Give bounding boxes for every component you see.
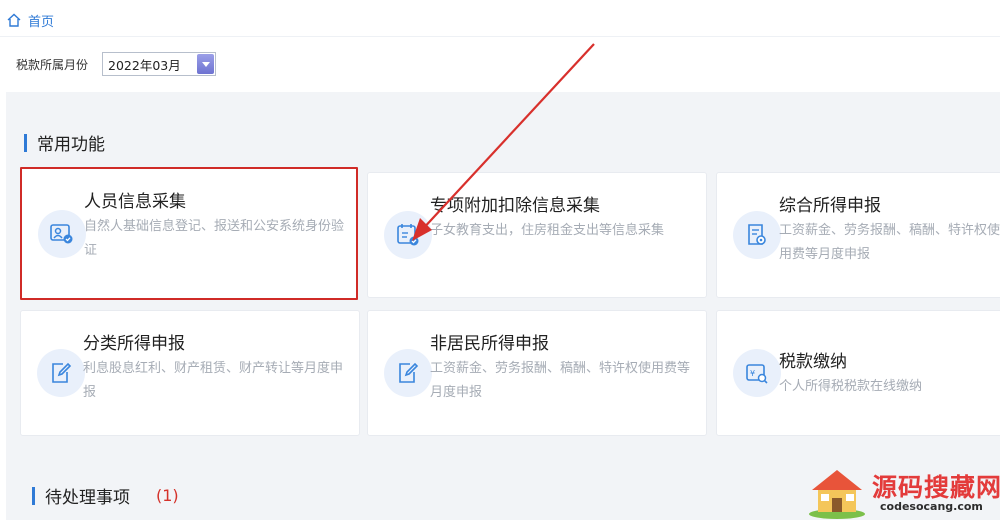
card-title: 人员信息采集 <box>84 192 186 212</box>
tax-payment-icon: ¥ <box>733 349 781 397</box>
svg-text:¥: ¥ <box>750 369 755 378</box>
card-desc: 自然人基础信息登记、报送和公安系统身份验证 <box>84 219 345 258</box>
edit-form-icon <box>384 349 432 397</box>
header-divider <box>0 36 1000 37</box>
card-tax-payment[interactable]: ¥ 税款缴纳 个人所得税税款在线缴纳 <box>716 310 1000 436</box>
tax-calendar-icon <box>384 211 432 259</box>
card-special-deduction-collection[interactable]: 专项附加扣除信息采集 子女教育支出，住房租金支出等信息采集 <box>367 172 707 298</box>
common-functions-label: 常用功能 <box>37 135 105 155</box>
card-title: 综合所得申报 <box>779 196 881 216</box>
id-card-icon <box>38 209 86 258</box>
house-logo-icon <box>809 470 865 519</box>
breadcrumb: 首页 <box>6 8 54 32</box>
pending-items-count[interactable]: (1) <box>156 486 179 505</box>
card-comprehensive-income-declaration[interactable]: 综合所得申报 工资薪金、劳务报酬、稿酬、特许权使用费等月度申报 <box>716 172 1000 298</box>
card-desc: 工资薪金、劳务报酬、稿酬、特许权使用费等月度申报 <box>430 361 691 400</box>
tax-month-label: 税款所属月份 <box>16 57 89 72</box>
pending-items-title: 待处理事项 (1) <box>32 483 179 508</box>
tax-month-select[interactable]: 2022年03月 <box>102 52 217 76</box>
card-classified-income-declaration[interactable]: 分类所得申报 利息股息红利、财产租赁、财产转让等月度申报 <box>20 310 360 436</box>
section-accent-bar <box>32 486 35 505</box>
card-personnel-info-collection[interactable]: 人员信息采集 自然人基础信息登记、报送和公安系统身份验证 <box>20 167 358 300</box>
card-desc: 子女教育支出，住房租金支出等信息采集 <box>430 223 665 238</box>
content-panel <box>6 92 1000 520</box>
section-accent-bar <box>24 133 27 152</box>
home-icon[interactable] <box>6 12 22 28</box>
card-desc: 工资薪金、劳务报酬、稿酬、特许权使用费等月度申报 <box>779 223 1000 262</box>
card-title: 非居民所得申报 <box>430 334 549 354</box>
card-nonresident-income-declaration[interactable]: 非居民所得申报 工资薪金、劳务报酬、稿酬、特许权使用费等月度申报 <box>367 310 707 436</box>
pending-items-label: 待处理事项 <box>45 488 130 508</box>
card-desc: 个人所得税税款在线缴纳 <box>779 379 923 394</box>
chevron-down-icon[interactable] <box>197 54 215 74</box>
card-title: 税款缴纳 <box>779 352 847 372</box>
tax-month-value: 2022年03月 <box>108 57 181 73</box>
common-functions-title: 常用功能 <box>24 130 105 155</box>
edit-form-icon <box>37 349 85 397</box>
breadcrumb-home-link[interactable]: 首页 <box>28 11 54 30</box>
watermark: 源码搜藏网 codesocang.com <box>806 464 1000 520</box>
card-desc: 利息股息红利、财产租赁、财产转让等月度申报 <box>83 361 344 400</box>
tax-month-filter: 税款所属月份 2022年03月 <box>16 52 217 76</box>
card-title: 分类所得申报 <box>83 334 185 354</box>
watermark-cn: 源码搜藏网 <box>872 473 1000 502</box>
card-title: 专项附加扣除信息采集 <box>430 196 600 216</box>
watermark-en: codesocang.com <box>880 500 983 513</box>
tax-form-icon <box>733 211 781 259</box>
